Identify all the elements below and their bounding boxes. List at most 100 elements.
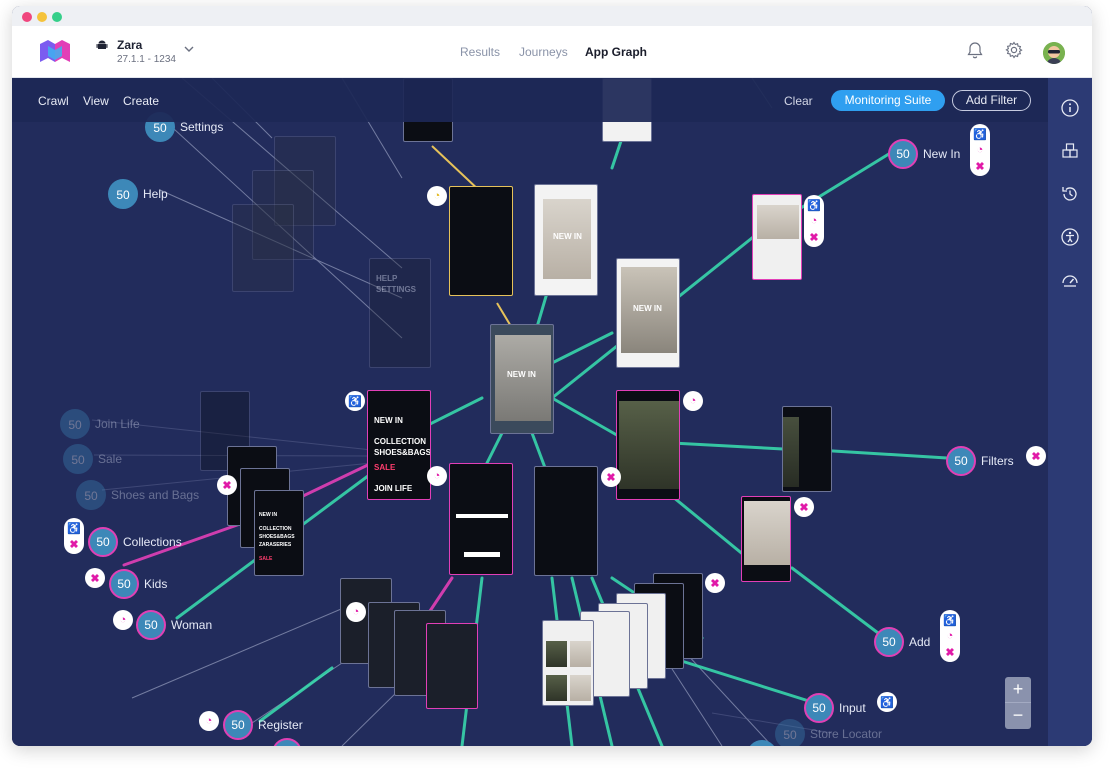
close-window-button[interactable] <box>22 12 32 22</box>
tab-results[interactable]: Results <box>460 45 500 59</box>
performance-icon[interactable]: ◔ <box>113 610 133 630</box>
close-icon[interactable]: ✖ <box>66 536 82 552</box>
graph-node-add[interactable]: 50 Add <box>874 627 930 657</box>
screen-thumbnail[interactable] <box>232 204 294 292</box>
screen-heading: NEW IN <box>553 232 582 241</box>
graph-node-store-locator[interactable]: 50 Store Locator <box>775 719 882 746</box>
screen-new-in-kids[interactable]: NEW IN <box>616 258 680 368</box>
screen-heading: SETTINGS <box>376 285 417 294</box>
graph-node-collections[interactable]: 50 Collections <box>88 527 182 557</box>
graph-node-woman[interactable]: 50 Woman <box>136 610 212 640</box>
performance-icon[interactable]: ◔ <box>346 602 366 622</box>
app-graph-canvas[interactable]: HELP SETTINGS NEW IN NEW IN NEW IN NEW I… <box>12 78 1048 746</box>
menu-label: ZARASERIES <box>259 542 292 548</box>
performance-icon[interactable] <box>1060 270 1080 290</box>
screen-product-add[interactable] <box>741 496 791 582</box>
brand-logo[interactable] <box>40 40 70 64</box>
performance-icon[interactable]: ◔ <box>972 142 988 158</box>
issue-badge-stack[interactable]: ♿ ◔ ✖ <box>804 195 824 247</box>
node-count: 50 <box>108 179 138 209</box>
graph-node-help[interactable]: 50 Help <box>108 179 168 209</box>
close-icon[interactable]: ✖ <box>217 475 237 495</box>
graph-node-shoes-and-bags[interactable]: 50 Shoes and Bags <box>76 480 199 510</box>
screen-main-menu[interactable]: NEW IN COLLECTION SHOES&BAGS SALE JOIN L… <box>367 390 431 500</box>
boxes-icon[interactable] <box>1060 141 1080 161</box>
bell-icon[interactable] <box>967 41 983 59</box>
performance-icon[interactable]: ◔ <box>427 186 447 206</box>
screen-filters[interactable] <box>782 406 832 492</box>
screen-product-detail[interactable] <box>616 390 680 500</box>
menu-crawl[interactable]: Crawl <box>38 94 69 108</box>
screen-new-in[interactable]: NEW IN <box>534 184 598 296</box>
screen-menu-list[interactable] <box>534 466 598 576</box>
accessibility-icon[interactable]: ♿ <box>972 126 988 142</box>
screen-menu-small[interactable]: NEW IN COLLECTION SHOES&BAGS ZARASERIES … <box>254 490 304 576</box>
accessibility-icon[interactable]: ♿ <box>942 612 958 628</box>
node-label: Add <box>909 635 931 649</box>
close-icon[interactable]: ✖ <box>806 229 822 245</box>
app-version: 27.1.1 - 1234 <box>117 54 176 65</box>
close-icon[interactable]: ✖ <box>705 573 725 593</box>
performance-icon[interactable]: ◔ <box>199 711 219 731</box>
node-label: Sale <box>98 452 123 466</box>
tab-app-graph[interactable]: App Graph <box>585 45 647 59</box>
node-label: Collections <box>123 535 182 549</box>
clear-button[interactable]: Clear <box>784 94 813 108</box>
menu-label: COLLECTION <box>374 437 426 446</box>
screen-kids-product[interactable] <box>752 194 802 280</box>
graph-node-kids[interactable]: 50 Kids <box>109 569 167 599</box>
issue-badge-stack[interactable]: ♿ ✖ <box>64 518 84 554</box>
minimize-window-button[interactable] <box>37 12 47 22</box>
close-icon[interactable]: ✖ <box>942 644 958 660</box>
maximize-window-button[interactable] <box>52 12 62 22</box>
add-filter-button[interactable]: Add Filter <box>952 90 1031 111</box>
zoom-out-button[interactable]: − <box>1005 703 1031 729</box>
graph-node-join-life[interactable]: 50 Join Life <box>60 409 140 439</box>
graph-node-sale[interactable]: 50 Sale <box>63 444 122 474</box>
monitoring-suite-button[interactable]: Monitoring Suite <box>831 90 945 111</box>
graph-node-partial[interactable]: 0 <box>272 738 302 746</box>
graph-node-new-in[interactable]: 50 New In <box>888 139 960 169</box>
node-count: 50 <box>63 444 93 474</box>
menu-label: SHOES&BAGS <box>259 534 295 540</box>
accessibility-icon[interactable] <box>1060 227 1080 247</box>
screen-keyboard-input[interactable] <box>426 623 478 709</box>
accessibility-icon[interactable]: ♿ <box>66 520 82 536</box>
screen-shopping-cart[interactable] <box>449 186 513 296</box>
close-icon[interactable]: ✖ <box>85 568 105 588</box>
menu-label: COLLECTION <box>259 526 292 532</box>
screen-product-grid[interactable] <box>542 620 594 706</box>
close-icon[interactable]: ✖ <box>972 158 988 174</box>
gear-icon[interactable] <box>1005 41 1023 59</box>
tab-journeys[interactable]: Journeys <box>519 45 568 59</box>
screen-help-settings[interactable]: HELP SETTINGS <box>369 258 431 368</box>
screen-home-new-in[interactable]: NEW IN <box>490 324 554 434</box>
close-icon[interactable]: ✖ <box>1026 446 1046 466</box>
graph-node-register[interactable]: 50 Register <box>223 710 303 740</box>
chevron-down-icon[interactable] <box>184 46 194 52</box>
close-icon[interactable]: ✖ <box>794 497 814 517</box>
menu-label: NEW IN <box>374 416 403 425</box>
graph-node-partial[interactable]: 0 <box>747 740 777 746</box>
accessibility-icon[interactable]: ♿ <box>806 197 822 213</box>
close-icon[interactable]: ✖ <box>601 467 621 487</box>
avatar[interactable] <box>1043 42 1065 64</box>
issue-badge-stack[interactable]: ♿ ◔ ✖ <box>970 124 990 176</box>
info-icon[interactable] <box>1060 98 1080 118</box>
screen-heading: HELP <box>376 274 398 283</box>
performance-icon[interactable]: ◔ <box>427 466 447 486</box>
performance-icon[interactable]: ◔ <box>942 628 958 644</box>
menu-create[interactable]: Create <box>123 94 159 108</box>
performance-icon[interactable]: ◔ <box>806 213 822 229</box>
accessibility-icon[interactable]: ♿ <box>877 692 897 712</box>
accessibility-icon[interactable]: ♿ <box>345 391 365 411</box>
menu-view[interactable]: View <box>83 94 109 108</box>
screen-login[interactable] <box>449 463 513 575</box>
issue-badge-stack[interactable]: ♿ ◔ ✖ <box>940 610 960 662</box>
performance-icon[interactable]: ◔ <box>683 391 703 411</box>
zoom-in-button[interactable]: + <box>1005 677 1031 703</box>
node-count: 50 <box>874 627 904 657</box>
graph-node-filters[interactable]: 50 Filters <box>946 446 1014 476</box>
node-count: 50 <box>888 139 918 169</box>
history-icon[interactable] <box>1060 184 1080 204</box>
